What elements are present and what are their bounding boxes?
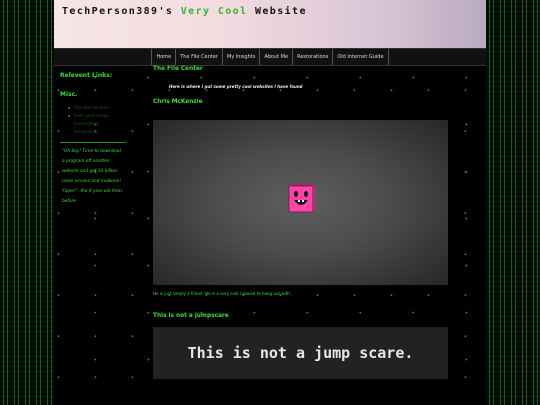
matrix-background-right (486, 0, 540, 405)
site-title: TechPerson389's Very Cool Website (62, 6, 307, 17)
section-title: The File Center (153, 66, 203, 72)
item-title-chris: Chris McKenzie (153, 99, 203, 105)
top-nav: Home The File Center My Insights About M… (54, 48, 486, 66)
nav-home[interactable]: Home (151, 49, 175, 65)
site-header: TechPerson389's Very Cool Website (54, 0, 486, 48)
jumpscare-video[interactable]: This is not a jump scare. (153, 327, 448, 379)
item-title-jumpscare: This is not a jumpscare (153, 313, 229, 319)
page-container: TechPerson389's Very Cool Website Home T… (54, 0, 486, 405)
site-title-part1: TechPerson389's (62, 6, 181, 17)
site-title-part3: Website (247, 6, 307, 17)
sidebar-quote: "Oh boy! Time to download a program off … (62, 149, 122, 204)
sidebar-divider (60, 142, 126, 143)
sidebar-link-list: The internet Arch Such good image (somew… (54, 104, 144, 136)
pink-cube-character-icon (288, 184, 315, 213)
sidebar-link[interactable]: Screenshot) (68, 128, 144, 136)
sidebar-link[interactable]: The internet Arch (68, 104, 144, 112)
intro-text: Here is where I put some pretty cool web… (169, 84, 303, 89)
matrix-background-left (0, 0, 54, 405)
sidebar-link[interactable]: Such good image (68, 112, 144, 120)
site-title-highlight: Very Cool (180, 6, 248, 17)
sidebar: Relevent Links: Misc. The internet Arch … (54, 66, 144, 207)
chris-mckenzie-video[interactable] (153, 120, 448, 285)
chris-caption: He is just simply a friend. He is a very… (153, 291, 291, 296)
sidebar-heading: Relevent Links: (60, 72, 113, 79)
nav-file-center[interactable]: The File Center (175, 49, 222, 65)
sidebar-link[interactable]: (somewhere (68, 120, 144, 128)
nav-about-me[interactable]: About Me (259, 49, 292, 65)
main-content: The File Center Here is where I put some… (153, 66, 453, 379)
jumpscare-video-text: This is not a jump scare. (187, 344, 414, 362)
nav-my-insights[interactable]: My Insights (221, 49, 259, 65)
nav-old-internet-guide[interactable]: Old Internet Guide (332, 49, 389, 65)
sidebar-subheading: Misc. (60, 91, 78, 98)
nav-restorations[interactable]: Restorations (292, 49, 332, 65)
